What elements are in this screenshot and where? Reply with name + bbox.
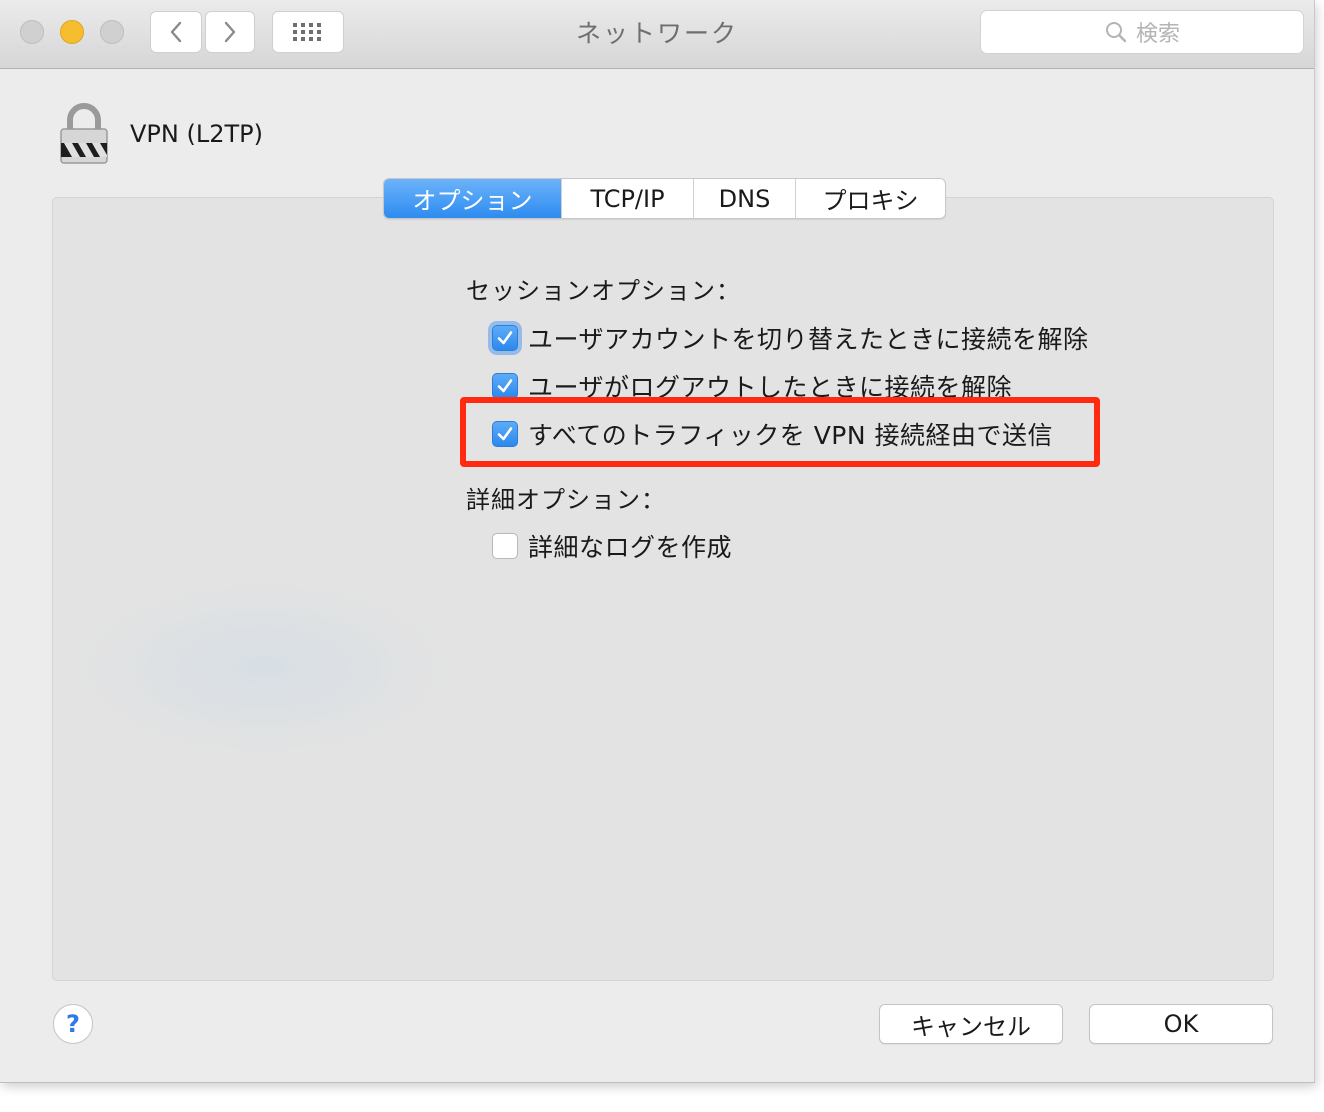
- tab-tcpip[interactable]: TCP/IP: [561, 179, 693, 218]
- verbose-logging-checkbox[interactable]: [492, 533, 518, 559]
- disconnect-on-user-switch-checkbox[interactable]: [492, 325, 518, 351]
- lock-icon: [60, 103, 108, 164]
- network-preferences-window: ネットワーク 検索 VPN (L2TP) オプション TCP/IP DNS プロ…: [0, 0, 1315, 1083]
- search-icon: [1105, 22, 1127, 43]
- service-name: VPN (L2TP): [130, 120, 263, 148]
- disconnect-on-logout-checkbox[interactable]: [492, 373, 518, 399]
- verbose-logging-option[interactable]: 詳細なログを作成: [492, 528, 732, 564]
- help-button[interactable]: ?: [53, 1004, 93, 1044]
- checkmark-icon: [497, 379, 513, 393]
- options-panel: [52, 197, 1274, 981]
- ok-button[interactable]: OK: [1089, 1004, 1273, 1044]
- title-bar: ネットワーク 検索: [0, 0, 1314, 69]
- option-label: ユーザアカウントを切り替えたときに接続を解除: [528, 325, 1089, 354]
- search-field[interactable]: 検索: [980, 10, 1304, 54]
- tab-proxies[interactable]: プロキシ: [795, 179, 945, 218]
- panel-glow: [73, 578, 453, 758]
- cancel-button[interactable]: キャンセル: [879, 1004, 1063, 1044]
- disconnect-on-user-switch-option[interactable]: ユーザアカウントを切り替えたときに接続を解除: [492, 320, 1089, 356]
- option-label: 詳細なログを作成: [528, 533, 733, 562]
- advanced-options-heading: 詳細オプション：: [466, 486, 666, 514]
- tab-bar: オプション TCP/IP DNS プロキシ: [383, 178, 946, 219]
- session-options-heading: セッションオプション：: [466, 277, 741, 305]
- tab-dns[interactable]: DNS: [693, 179, 795, 218]
- checkmark-icon: [497, 331, 513, 345]
- highlight-box: [460, 397, 1100, 467]
- search-placeholder: 検索: [1135, 22, 1180, 47]
- tab-options[interactable]: オプション: [384, 179, 561, 218]
